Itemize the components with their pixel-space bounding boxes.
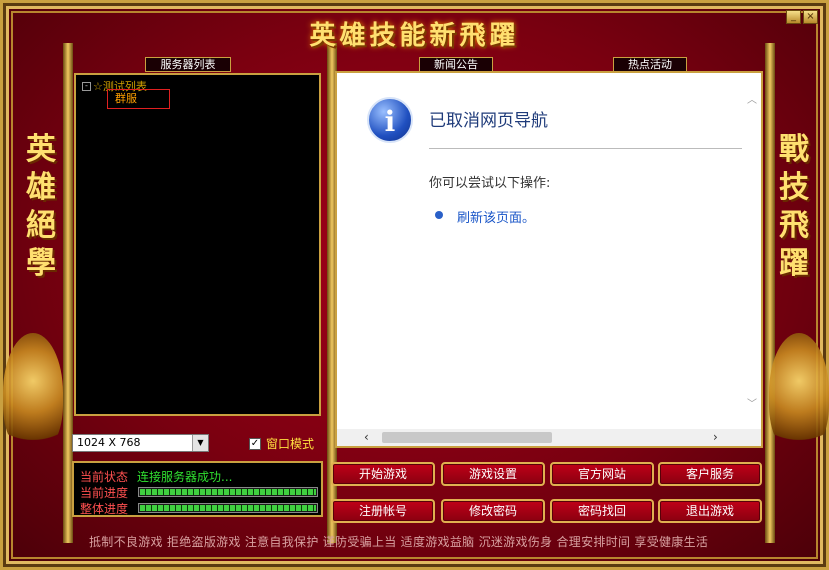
register-button[interactable]: 注册帐号 — [331, 499, 435, 523]
resolution-select[interactable]: 1024 X 768 ▼ — [72, 434, 209, 452]
server-item[interactable]: 群服 — [107, 89, 170, 109]
news-browser-panel: i 已取消网页导航 你可以尝试以下操作: 刷新该页面。 ︿ ﹀ ‹ › — [335, 71, 763, 448]
news-tab[interactable]: 新闻公告 — [419, 57, 493, 72]
left-side-label: 英雄絕學 — [26, 132, 56, 281]
refresh-page-link[interactable]: 刷新该页面。 — [457, 207, 535, 226]
status-value: 连接服务器成功... — [137, 470, 233, 484]
left-side-text: 英雄絕學 — [21, 131, 65, 283]
overall-progress-fill — [140, 505, 316, 511]
checkbox-checked-icon[interactable]: ✓ — [249, 437, 261, 450]
launcher-window: 英雄技能新飛躍 _ × 英雄絕學 戰技飛躍 服务器列表 新闻公告 热点活动 - … — [0, 0, 829, 570]
scroll-left-icon[interactable]: ‹ — [364, 429, 369, 446]
change-password-button[interactable]: 修改密码 — [441, 499, 545, 523]
overall-progress-label: 整体进度 — [80, 502, 129, 516]
right-side-label: 戰技飛躍 — [779, 132, 809, 281]
game-settings-button[interactable]: 游戏设置 — [441, 462, 545, 486]
suggestion-text: 你可以尝试以下操作: — [429, 176, 551, 191]
scroll-right-icon[interactable]: › — [713, 429, 718, 446]
close-button[interactable]: × — [803, 10, 818, 24]
scroll-up-icon[interactable]: ︿ — [747, 91, 757, 106]
exit-game-button[interactable]: 退出游戏 — [658, 499, 762, 523]
status-label: 当前状态 — [80, 470, 129, 484]
recover-password-button[interactable]: 密码找回 — [550, 499, 654, 523]
current-progress-fill — [140, 489, 316, 495]
collapse-icon[interactable]: - — [82, 81, 91, 91]
vertical-scrollbar[interactable]: ︿ ﹀ — [744, 73, 761, 429]
overall-progress-bar — [138, 503, 318, 513]
chevron-down-icon[interactable]: ▼ — [192, 435, 208, 451]
divider — [429, 148, 742, 149]
horizontal-scrollbar[interactable]: ‹ › — [337, 429, 761, 446]
app-title: 英雄技能新飛躍 — [309, 21, 520, 51]
server-list-label: 服务器列表 — [145, 57, 231, 72]
info-icon: i — [367, 97, 413, 143]
resolution-value: 1024 X 768 — [77, 436, 141, 449]
health-slogan: 抵制不良游戏 拒绝盗版游戏 注意自我保护 谨防受骗上当 适度游戏益脑 沉迷游戏伤… — [89, 535, 709, 549]
scroll-down-icon[interactable]: ﹀ — [747, 395, 757, 410]
right-side-text: 戰技飛躍 — [774, 131, 818, 283]
official-site-button[interactable]: 官方网站 — [550, 462, 654, 486]
window-mode-checkbox[interactable]: ✓ 窗口模式 — [249, 435, 314, 452]
events-tab[interactable]: 热点活动 — [613, 57, 687, 72]
current-progress-bar — [138, 487, 318, 497]
left-dragon-icon — [3, 333, 63, 453]
window-mode-label: 窗口模式 — [266, 437, 315, 451]
minimize-button[interactable]: _ — [786, 10, 801, 24]
customer-service-button[interactable]: 客户服务 — [658, 462, 762, 486]
right-dragon-icon — [769, 333, 829, 453]
start-game-button[interactable]: 开始游戏 — [331, 462, 435, 486]
current-progress-label: 当前进度 — [80, 486, 129, 500]
server-list-panel: - ☆测试列表 群服 — [74, 73, 321, 416]
navigation-cancelled-title: 已取消网页导航 — [429, 111, 548, 131]
right-gold-pillar — [765, 43, 775, 543]
bullet-icon — [435, 211, 443, 219]
horizontal-scroll-thumb[interactable] — [382, 432, 552, 443]
status-panel: 当前状态 连接服务器成功... 当前进度 整体进度 — [72, 461, 323, 517]
